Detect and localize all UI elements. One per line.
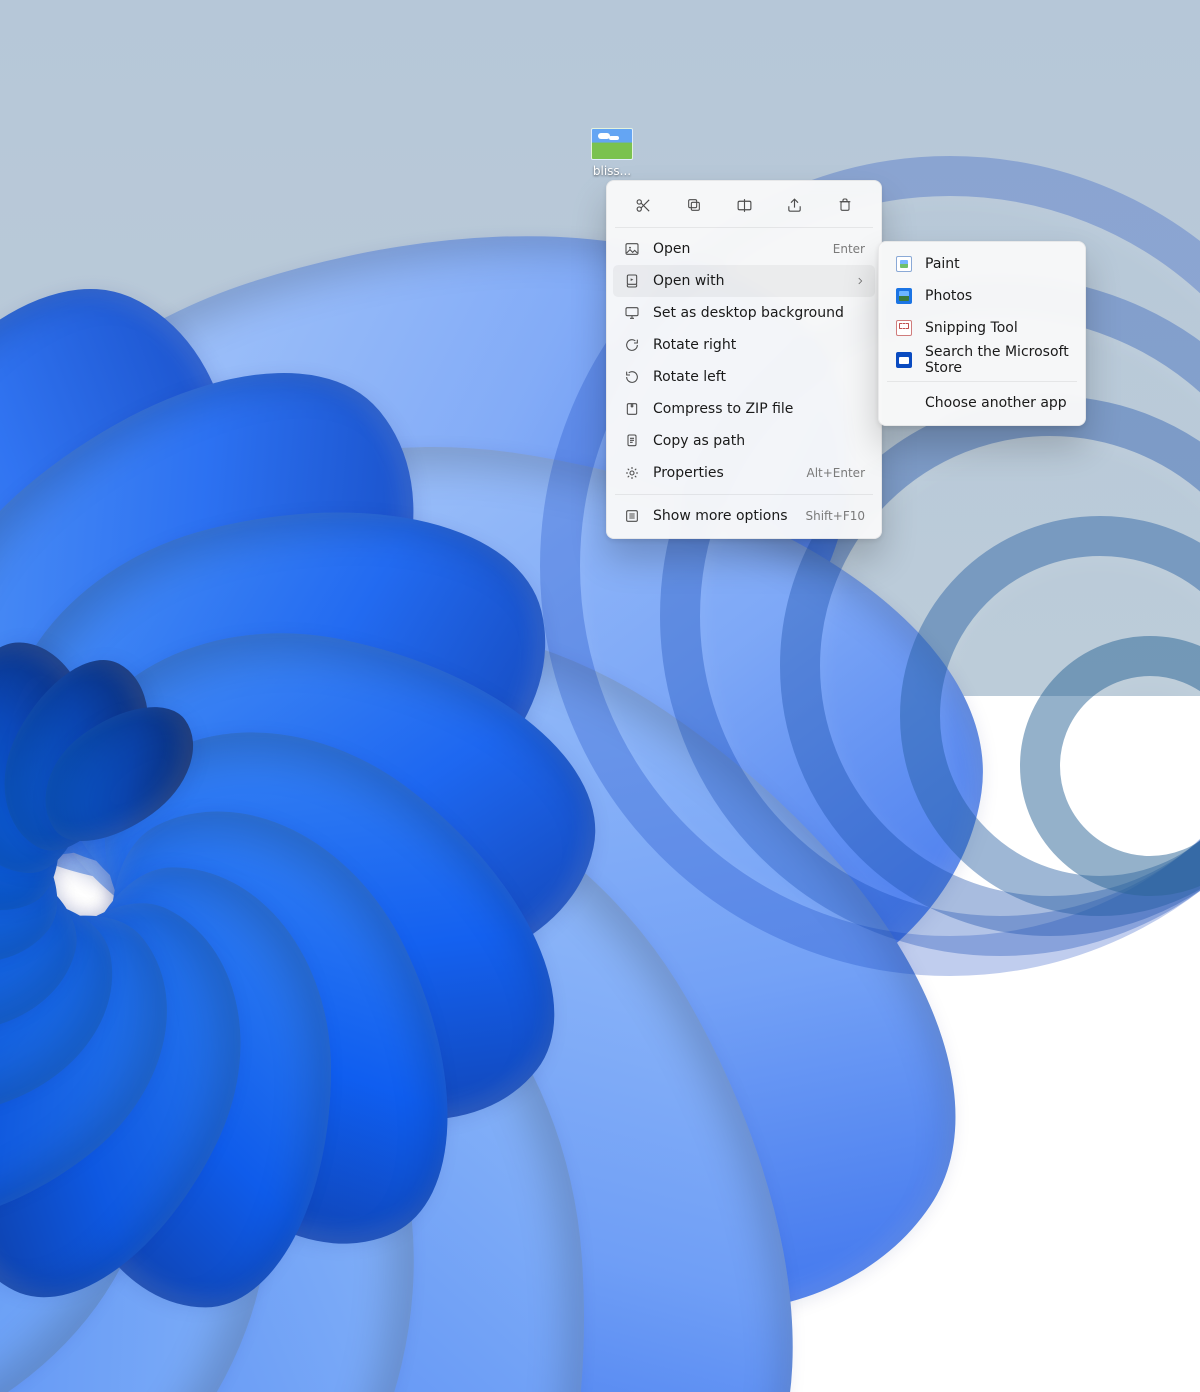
submenu-item-label: Search the Microsoft Store — [925, 344, 1069, 376]
menu-item-copy-path[interactable]: Copy as path — [613, 425, 875, 457]
submenu-item-search-store[interactable]: Search the Microsoft Store — [885, 344, 1079, 376]
menu-item-label: Open — [653, 241, 821, 257]
menu-item-open[interactable]: Open Enter — [613, 233, 875, 265]
zip-icon — [623, 400, 641, 418]
desktop-file[interactable]: bliss... — [580, 128, 644, 178]
menu-item-show-more[interactable]: Show more options Shift+F10 — [613, 500, 875, 532]
menu-item-accel: Alt+Enter — [806, 466, 865, 480]
menu-item-accel: Shift+F10 — [805, 509, 865, 523]
share-button[interactable] — [781, 191, 809, 219]
menu-item-compress-zip[interactable]: Compress to ZIP file — [613, 393, 875, 425]
rename-button[interactable] — [730, 191, 758, 219]
rename-icon — [736, 197, 753, 214]
scissors-icon — [635, 197, 652, 214]
rotate-right-icon — [623, 336, 641, 354]
submenu-item-label: Paint — [925, 256, 1069, 272]
trash-icon — [837, 197, 853, 213]
open-with-icon — [623, 272, 641, 290]
delete-button[interactable] — [831, 191, 859, 219]
context-menu: Open Enter Open with Set as desktop back… — [606, 180, 882, 539]
menu-item-label: Show more options — [653, 508, 793, 524]
rotate-left-icon — [623, 368, 641, 386]
menu-item-open-with[interactable]: Open with — [613, 265, 875, 297]
submenu-item-snipping-tool[interactable]: Snipping Tool — [885, 312, 1079, 344]
menu-item-label: Properties — [653, 465, 794, 481]
file-label: bliss... — [593, 164, 631, 178]
menu-separator — [887, 381, 1077, 382]
more-options-icon — [623, 507, 641, 525]
copy-path-icon — [623, 432, 641, 450]
menu-item-rotate-right[interactable]: Rotate right — [613, 329, 875, 361]
menu-item-label: Rotate left — [653, 369, 865, 385]
picture-icon — [623, 240, 641, 258]
submenu-item-label: Choose another app — [925, 395, 1069, 411]
submenu-item-label: Photos — [925, 288, 1069, 304]
properties-icon — [623, 464, 641, 482]
paint-app-icon — [895, 255, 913, 273]
ms-store-app-icon — [895, 351, 913, 369]
menu-item-properties[interactable]: Properties Alt+Enter — [613, 457, 875, 489]
menu-item-label: Open with — [653, 273, 837, 289]
cut-button[interactable] — [629, 191, 657, 219]
open-with-submenu: Paint Photos Snipping Tool Search the Mi… — [878, 241, 1086, 426]
menu-item-label: Copy as path — [653, 433, 865, 449]
copy-button[interactable] — [680, 191, 708, 219]
menu-item-label: Compress to ZIP file — [653, 401, 865, 417]
copy-icon — [686, 197, 702, 213]
submenu-item-label: Snipping Tool — [925, 320, 1069, 336]
quick-action-row — [613, 187, 875, 225]
menu-item-set-background[interactable]: Set as desktop background — [613, 297, 875, 329]
submenu-item-paint[interactable]: Paint — [885, 248, 1079, 280]
photos-app-icon — [895, 287, 913, 305]
menu-separator — [615, 227, 873, 228]
submenu-item-photos[interactable]: Photos — [885, 280, 1079, 312]
menu-separator — [615, 494, 873, 495]
desktop-icon — [623, 304, 641, 322]
menu-item-rotate-left[interactable]: Rotate left — [613, 361, 875, 393]
submenu-item-choose-another[interactable]: Choose another app — [885, 387, 1079, 419]
snipping-tool-app-icon — [895, 319, 913, 337]
file-thumbnail — [591, 128, 633, 160]
share-icon — [786, 197, 803, 214]
menu-item-label: Set as desktop background — [653, 305, 865, 321]
menu-item-accel: Enter — [833, 242, 865, 256]
menu-item-label: Rotate right — [653, 337, 865, 353]
chevron-right-icon — [855, 276, 865, 286]
